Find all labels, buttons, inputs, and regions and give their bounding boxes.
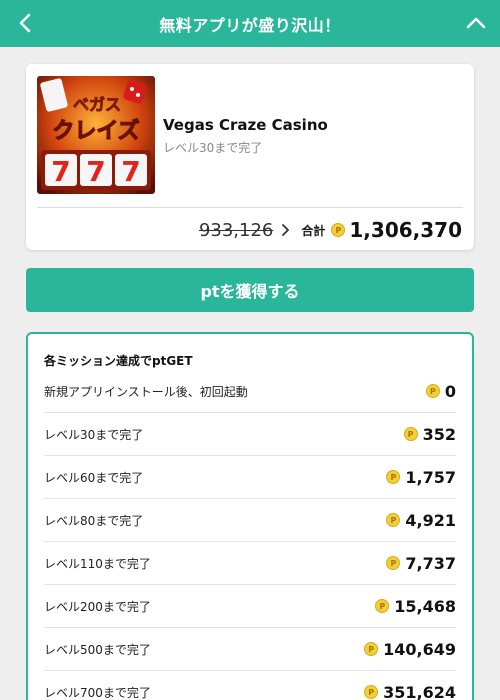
coin-icon: P	[386, 513, 401, 527]
missions-panel: 各ミッション達成でptGET 新規アプリインストール後、初回起動 P0 レベル3…	[26, 332, 474, 700]
get-points-button[interactable]: ptを獲得する	[26, 268, 474, 312]
card-divider	[37, 207, 463, 208]
coin-icon: P	[425, 384, 440, 398]
mission-row: レベル60まで完了 P 1,757	[44, 456, 456, 499]
icon-reel-3: 7	[121, 155, 140, 188]
coin-icon: P	[364, 685, 379, 699]
mission-label: レベル80まで完了	[44, 513, 144, 528]
chevron-left-icon	[19, 13, 31, 33]
mission-label: レベル500まで完了	[44, 642, 151, 657]
mission-row: レベル80まで完了 P 4,921	[44, 499, 456, 542]
app-progress: レベル30まで完了	[163, 141, 263, 155]
points-summary: 933,126 合計 P 1,306,370	[199, 216, 462, 244]
mission-points: P 352	[403, 424, 456, 444]
mission-points-value: 15,468	[394, 596, 456, 616]
mission-label: レベル60まで完了	[44, 470, 144, 485]
mission-points-value: 1,757	[405, 467, 456, 487]
mission-points-value: 4,921	[405, 510, 456, 530]
mission-points-value: 140,649	[383, 639, 456, 659]
old-points: 933,126	[198, 219, 274, 241]
mission-row: 新規アプリインストール後、初回起動 P0	[44, 370, 456, 413]
coin-icon: P	[403, 427, 418, 441]
coin-icon: P	[364, 642, 379, 656]
icon-text-top: ベガス	[73, 95, 121, 114]
mission-row: レベル200まで完了 P 15,468	[44, 585, 456, 628]
back-button[interactable]	[14, 11, 36, 35]
mission-points: P 7,737	[386, 554, 456, 573]
top-bar: 無料アプリが盛り沢山！	[0, 0, 500, 47]
mission-points: P 351,624	[364, 683, 456, 700]
icon-reel-2: 7	[86, 155, 105, 188]
page-title: 無料アプリが盛り沢山！	[159, 15, 341, 35]
chevron-up-icon	[466, 17, 486, 29]
mission-points: P 15,468	[375, 597, 456, 616]
mission-row: レベル110まで完了 P 7,737	[44, 542, 456, 585]
mission-label: レベル700まで完了	[44, 685, 151, 700]
mission-points: P 140,649	[364, 640, 456, 659]
collapse-button[interactable]	[464, 11, 488, 35]
mission-row: レベル500まで完了 P 140,649	[44, 628, 456, 671]
mission-row: レベル700まで完了 P 351,624	[44, 671, 456, 700]
mission-points-value: 7,737	[405, 553, 456, 573]
coin-icon: P	[386, 556, 401, 570]
mission-points: P0	[425, 381, 456, 401]
coin-icon: P	[331, 223, 346, 237]
mission-points-value: 351,624	[383, 682, 456, 700]
coin-icon: P	[375, 599, 390, 613]
mission-points-value: 352	[422, 424, 456, 444]
icon-text-mid: クレイズ	[52, 118, 139, 144]
mission-points: P 4,921	[386, 511, 456, 530]
missions-title: 各ミッション達成でptGET	[44, 354, 193, 368]
icon-reel-1: 7	[51, 155, 70, 188]
chevron-right-icon	[281, 224, 290, 236]
mission-points: P 1,757	[386, 468, 456, 487]
app-card[interactable]: ベガス クレイズ 7 7 7 Vegas Craze Casino レベル30ま…	[26, 64, 474, 250]
app-icon: ベガス クレイズ 7 7 7	[37, 76, 155, 194]
total-points: 1,306,370	[349, 218, 462, 242]
mission-label: 新規アプリインストール後、初回起動	[44, 384, 248, 399]
mission-points-value: 0	[444, 381, 456, 401]
mission-row: レベル30まで完了 P 352	[44, 413, 456, 456]
coin-icon: P	[386, 470, 401, 484]
total-label: 合計	[301, 223, 326, 238]
app-name: Vegas Craze Casino	[163, 116, 328, 134]
mission-label: レベル110まで完了	[44, 556, 151, 571]
mission-label: レベル30まで完了	[44, 427, 144, 442]
mission-label: レベル200まで完了	[44, 599, 151, 614]
mission-list: 新規アプリインストール後、初回起動 P0 レベル30まで完了 P 352 レベル6…	[44, 370, 456, 700]
